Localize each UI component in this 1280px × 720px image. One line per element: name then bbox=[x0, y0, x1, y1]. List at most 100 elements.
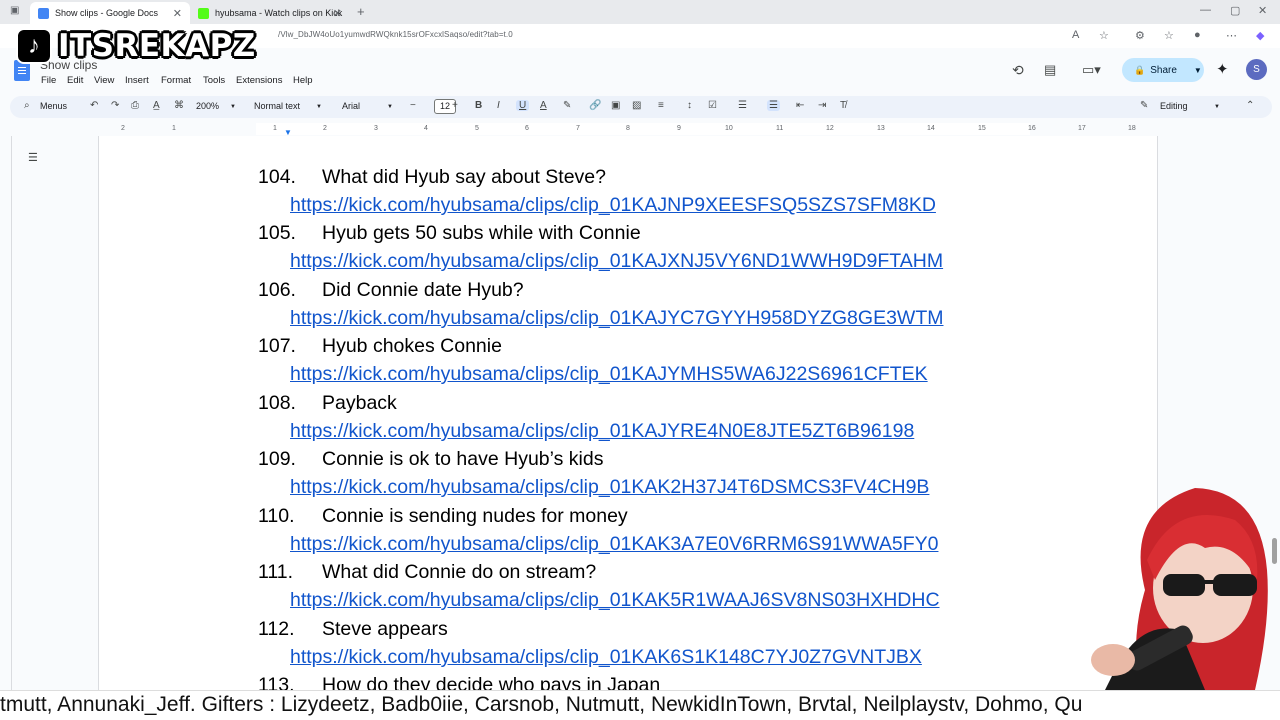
underline-icon[interactable]: U bbox=[516, 100, 530, 111]
new-tab-icon[interactable]: + bbox=[357, 4, 365, 19]
ruler-number: 15 bbox=[978, 125, 986, 132]
close-window-icon[interactable]: ✕ bbox=[1258, 4, 1267, 17]
clear-format-icon[interactable]: T̸ bbox=[840, 100, 846, 111]
favorite-star-icon[interactable]: ☆ bbox=[1099, 29, 1109, 42]
clip-link[interactable]: https://kick.com/hyubsama/clips/clip_01K… bbox=[290, 307, 943, 330]
read-aloud-icon[interactable]: A bbox=[1072, 29, 1079, 41]
close-icon[interactable]: ✕ bbox=[173, 7, 182, 20]
chevron-down-icon[interactable]: ▼ bbox=[230, 104, 236, 110]
link-icon[interactable]: 🔗 bbox=[589, 100, 601, 111]
increase-indent-icon[interactable]: ⇥ bbox=[818, 100, 826, 111]
clip-link[interactable]: https://kick.com/hyubsama/clips/clip_01K… bbox=[290, 646, 922, 669]
highlight-icon[interactable]: ✎ bbox=[563, 100, 571, 111]
minimize-icon[interactable]: — bbox=[1200, 4, 1211, 16]
url-text[interactable]: /Vlw_DbJW4oUo1yumwdRWQknk15srOFxcxlSaqso… bbox=[278, 30, 513, 39]
comments-icon[interactable]: ▤ bbox=[1044, 62, 1056, 78]
align-icon[interactable]: ≡ bbox=[658, 100, 664, 111]
share-button[interactable]: 🔒 Share ▼ bbox=[1122, 58, 1204, 82]
tab-title: Show clips - Google Docs bbox=[55, 8, 159, 18]
chevron-down-icon[interactable]: ▼ bbox=[316, 104, 322, 110]
maximize-icon[interactable]: ▢ bbox=[1230, 4, 1240, 17]
clip-link[interactable]: https://kick.com/hyubsama/clips/clip_01K… bbox=[290, 533, 938, 556]
ruler-number: 12 bbox=[826, 125, 834, 132]
text-color-icon[interactable]: A bbox=[540, 100, 547, 111]
comment-icon[interactable]: ▣ bbox=[611, 100, 620, 111]
vertical-ruler[interactable] bbox=[0, 136, 12, 690]
decrease-indent-icon[interactable]: ⇤ bbox=[796, 100, 804, 111]
bold-icon[interactable]: B bbox=[475, 100, 482, 111]
line-spacing-icon[interactable]: ↕ bbox=[687, 100, 692, 111]
font-select[interactable]: Arial bbox=[342, 101, 360, 111]
list-item-title[interactable]: Hyub chokes Connie bbox=[322, 335, 502, 358]
clip-link[interactable]: https://kick.com/hyubsama/clips/clip_01K… bbox=[290, 476, 929, 499]
list-item-title[interactable]: What did Connie do on stream? bbox=[322, 561, 596, 584]
editing-mode-select[interactable]: Editing bbox=[1160, 101, 1188, 111]
ruler-number: 2 bbox=[323, 125, 327, 132]
list-item-number: 110. bbox=[258, 505, 295, 527]
chevron-down-icon[interactable]: ▼ bbox=[1194, 66, 1202, 75]
spellcheck-icon[interactable]: A̲ bbox=[153, 100, 160, 111]
undo-icon[interactable]: ↶ bbox=[90, 100, 98, 111]
list-item-title[interactable]: What did Hyub say about Steve? bbox=[322, 166, 606, 189]
gemini-icon[interactable]: ✦ bbox=[1216, 60, 1229, 78]
redo-icon[interactable]: ↷ bbox=[111, 100, 119, 111]
profile-icon[interactable]: ● bbox=[1194, 29, 1201, 41]
increase-font-icon[interactable]: + bbox=[452, 100, 458, 111]
list-item-title[interactable]: Hyub gets 50 subs while with Connie bbox=[322, 222, 641, 245]
paint-format-icon[interactable]: ⌘ bbox=[174, 100, 184, 111]
clip-link[interactable]: https://kick.com/hyubsama/clips/clip_01K… bbox=[290, 250, 943, 273]
checklist-icon[interactable]: ☑ bbox=[708, 100, 717, 111]
image-icon[interactable]: ▨ bbox=[632, 100, 641, 111]
browser-tab-strip: ▣ Show clips - Google Docs ✕ hyubsama - … bbox=[0, 0, 1280, 24]
numbered-list-icon[interactable]: ☰ bbox=[767, 100, 780, 111]
list-item-number: 112. bbox=[258, 618, 295, 640]
print-icon[interactable]: ⎙ bbox=[131, 100, 139, 111]
list-item-title[interactable]: Steve appears bbox=[322, 618, 448, 641]
chevron-down-icon[interactable]: ▼ bbox=[1214, 104, 1220, 110]
list-item-title[interactable]: Did Connie date Hyub? bbox=[322, 279, 524, 302]
edit-pencil-icon[interactable]: ✎ bbox=[1140, 100, 1148, 111]
clip-link[interactable]: https://kick.com/hyubsama/clips/clip_01K… bbox=[290, 194, 936, 217]
menu-insert[interactable]: Insert bbox=[125, 75, 149, 86]
share-label: Share bbox=[1150, 64, 1177, 76]
clip-link[interactable]: https://kick.com/hyubsama/clips/clip_01K… bbox=[290, 589, 940, 612]
list-item-title[interactable]: Connie is ok to have Hyub’s kids bbox=[322, 448, 603, 471]
list-item-number: 111. bbox=[258, 561, 294, 583]
menu-format[interactable]: Format bbox=[161, 75, 191, 86]
tab-show-clips[interactable]: Show clips - Google Docs ✕ bbox=[30, 2, 190, 24]
menu-edit[interactable]: Edit bbox=[67, 75, 83, 86]
outline-icon[interactable]: ☰ bbox=[28, 151, 38, 164]
copilot-icon[interactable]: ◆ bbox=[1256, 29, 1264, 42]
zoom-select[interactable]: 200% bbox=[196, 101, 219, 111]
decrease-font-icon[interactable]: − bbox=[410, 100, 416, 111]
style-select[interactable]: Normal text bbox=[254, 101, 300, 111]
search-icon[interactable]: ⌕ bbox=[24, 100, 30, 111]
more-icon[interactable]: ⋯ bbox=[1226, 29, 1237, 42]
ticker-text: tmutt, Annunaki_Jeff. Gifters : Lizydeet… bbox=[0, 693, 1083, 716]
chevron-down-icon[interactable]: ▼ bbox=[387, 104, 393, 110]
menu-view[interactable]: View bbox=[94, 75, 114, 86]
menu-file[interactable]: File bbox=[41, 75, 56, 86]
menu-help[interactable]: Help bbox=[293, 75, 313, 86]
avatar[interactable]: S bbox=[1246, 59, 1267, 80]
tab-kick[interactable]: hyubsama - Watch clips on Kick ✕ bbox=[190, 2, 350, 24]
meet-icon[interactable]: ▭▾ bbox=[1082, 62, 1101, 78]
menu-extensions[interactable]: Extensions bbox=[236, 75, 282, 86]
horizontal-ruler[interactable]: 2 1 1 2 3 4 5 6 7 8 9 10 11 12 13 14 15 … bbox=[0, 122, 1280, 137]
chevron-up-icon[interactable]: ⌃ bbox=[1246, 100, 1254, 111]
italic-icon[interactable]: I bbox=[497, 100, 500, 111]
close-icon[interactable]: ✕ bbox=[333, 7, 342, 20]
favorites-icon[interactable]: ☆ bbox=[1164, 29, 1174, 42]
tab-actions-icon[interactable]: ▣ bbox=[10, 5, 19, 16]
clip-link[interactable]: https://kick.com/hyubsama/clips/clip_01K… bbox=[290, 420, 914, 443]
watermark-text: ITSREKAPZ bbox=[58, 28, 256, 64]
history-icon[interactable]: ⟲ bbox=[1012, 62, 1024, 79]
list-item-title[interactable]: Connie is sending nudes for money bbox=[322, 505, 628, 528]
ruler-number: 6 bbox=[525, 125, 529, 132]
bulleted-list-icon[interactable]: ☰ bbox=[738, 100, 747, 111]
list-item-title[interactable]: Payback bbox=[322, 392, 397, 415]
menu-tools[interactable]: Tools bbox=[203, 75, 225, 86]
extension-icon[interactable]: ⚙ bbox=[1135, 29, 1145, 42]
clip-link[interactable]: https://kick.com/hyubsama/clips/clip_01K… bbox=[290, 363, 928, 386]
menus-search[interactable]: Menus bbox=[40, 101, 67, 111]
